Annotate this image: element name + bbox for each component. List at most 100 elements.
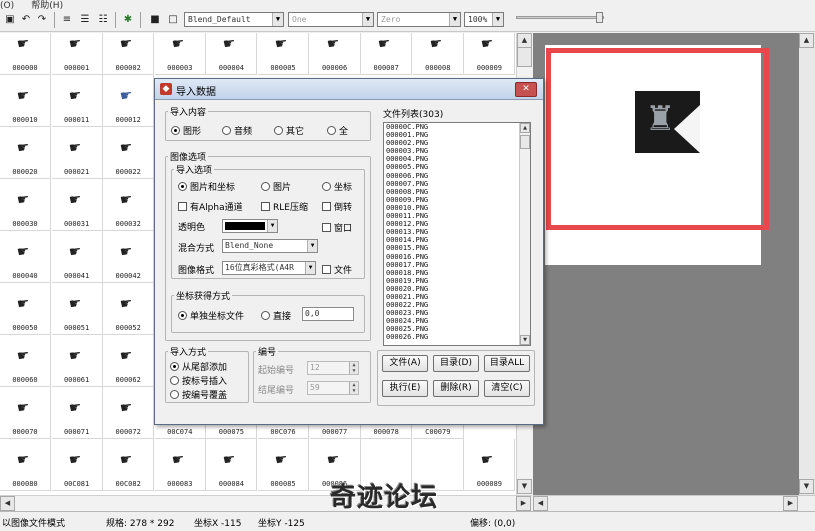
grid-cell[interactable]: ☛ 00C081 (51, 439, 103, 491)
dialog-blend-select[interactable]: Blend_None ▼ (222, 239, 318, 253)
grid-cell[interactable]: ☛ 000001 (51, 33, 103, 75)
scroll-down-icon[interactable]: ▼ (517, 479, 532, 494)
file-list-item[interactable]: 000021.PNG (384, 293, 530, 301)
grid-horizontal-scrollbar[interactable]: ◀ ▶ (0, 495, 532, 511)
grid-cell[interactable]: ☛ 000008 (412, 33, 464, 75)
radio-image-only[interactable]: 图片 (261, 180, 291, 193)
checkbox-alpha-channel[interactable]: 有Alpha通道 (178, 200, 243, 213)
scroll-up-icon[interactable]: ▲ (799, 33, 814, 48)
file-list-item[interactable]: 000018.PNG (384, 269, 530, 277)
checkbox-rle[interactable]: RLE压缩 (261, 200, 308, 213)
grid-cell[interactable]: ☛ 000041 (51, 231, 103, 283)
grid-cell[interactable]: ☛ 000070 (0, 387, 51, 439)
undo-icon[interactable]: ↶ (19, 12, 33, 26)
radio-separate-coord-file[interactable]: 单独坐标文件 (178, 309, 244, 322)
grid-cell[interactable]: ☛ 000012 (103, 75, 155, 127)
grid-cell[interactable]: ☛ 000030 (0, 179, 51, 231)
radio-graphics[interactable]: 图形 (171, 124, 201, 137)
grid-cell[interactable]: ☛ 000007 (361, 33, 413, 75)
grid-cell[interactable]: ☛ 000021 (51, 127, 103, 179)
image-format-select[interactable]: 16位真彩格式(A4R ▼ (222, 261, 316, 275)
grid-cell[interactable]: ☛ 000071 (51, 387, 103, 439)
checkbox-flip[interactable]: 倒转 (322, 200, 352, 213)
file-list-item[interactable]: 000005.PNG (384, 163, 530, 171)
align-center-icon[interactable]: ☰ (78, 12, 92, 26)
scroll-up-icon[interactable]: ▲ (517, 33, 532, 48)
grid-cell[interactable]: ☛ 000085 (258, 439, 309, 491)
radio-all[interactable]: 全 (327, 124, 348, 137)
grid-cell[interactable]: ☛ 000002 (103, 33, 155, 75)
direct-coord-input[interactable]: 0,0 (302, 307, 354, 321)
empty-box-icon[interactable]: □ (166, 12, 180, 26)
start-number-input[interactable]: 12 ▲ ▼ (307, 361, 359, 375)
file-list-item[interactable]: 000003.PNG (384, 147, 530, 155)
grid-cell[interactable]: ☛ 000020 (0, 127, 51, 179)
close-button[interactable]: ✕ (515, 82, 537, 97)
file-list-item[interactable]: 000002.PNG (384, 139, 530, 147)
dialog-title-bar[interactable]: ◆ 导入数据 (155, 79, 543, 100)
file-list-item[interactable]: 000010.PNG (384, 204, 530, 212)
grid-cell[interactable]: ☛ 000050 (0, 283, 51, 335)
delete-button[interactable]: 删除(R) (433, 380, 479, 397)
file-list-item[interactable]: 000011.PNG (384, 212, 530, 220)
grid-cell[interactable]: ☛ 000031 (51, 179, 103, 231)
scroll-thumb[interactable] (517, 47, 532, 67)
file-list-item[interactable]: 000006.PNG (384, 172, 530, 180)
file-list-item[interactable]: 000014.PNG (384, 236, 530, 244)
grid-cell[interactable]: ☛ 000051 (51, 283, 103, 335)
scroll-left-icon[interactable]: ◀ (533, 496, 548, 511)
radio-overwrite-by-number[interactable]: 按编号覆盖 (170, 388, 227, 401)
file-list-item[interactable]: 00000C.PNG (384, 123, 530, 131)
grid-cell[interactable]: ☛ 000072 (103, 387, 155, 439)
file-list-item[interactable]: 000026.PNG (384, 333, 530, 341)
radio-other[interactable]: 其它 (274, 124, 304, 137)
file-list-item[interactable]: 000013.PNG (384, 228, 530, 236)
file-list-item[interactable]: 000016.PNG (384, 253, 530, 261)
file-list-item[interactable]: 000001.PNG (384, 131, 530, 139)
zoom-slider-thumb[interactable] (596, 12, 603, 23)
scroll-right-icon[interactable]: ▶ (783, 496, 798, 511)
scroll-left-icon[interactable]: ◀ (0, 496, 15, 511)
scroll-up-icon[interactable]: ▲ (520, 123, 530, 133)
checkbox-window[interactable]: 窗口 (322, 221, 352, 234)
file-list-item[interactable]: 000019.PNG (384, 277, 530, 285)
grid-cell[interactable]: ☛ 000000 (0, 33, 51, 75)
grid-cell[interactable]: ☛ 000006 (309, 33, 361, 75)
file-list-item[interactable]: 000012.PNG (384, 220, 530, 228)
preview-horizontal-scrollbar[interactable]: ◀ ▶ (533, 495, 815, 511)
file-list-item[interactable]: 000024.PNG (384, 317, 530, 325)
clear-button[interactable]: 清空(C) (484, 380, 530, 397)
grid-cell[interactable]: ☛ 000060 (0, 335, 51, 387)
menu-item-options[interactable]: (O) (0, 1, 14, 10)
redo-icon[interactable]: ↷ (35, 12, 49, 26)
align-left-icon[interactable]: ≡ (60, 12, 74, 26)
file-list-item[interactable]: 000022.PNG (384, 301, 530, 309)
dest-blend-select[interactable]: Zero ▼ (377, 12, 461, 27)
file-list[interactable]: 00000C.PNG 000001.PNG 000002.PNG 000003.PNG… (383, 122, 531, 346)
checkbox-file[interactable]: 文件 (322, 263, 352, 276)
grid-cell[interactable]: ☛ 000011 (51, 75, 103, 127)
file-list-item[interactable]: 000009.PNG (384, 196, 530, 204)
radio-audio[interactable]: 音频 (222, 124, 252, 137)
menu-item-help[interactable]: 帮助(H) (31, 1, 63, 10)
scroll-right-icon[interactable]: ▶ (516, 496, 531, 511)
directory-button[interactable]: 目录(D) (433, 355, 479, 372)
radio-direct-coord[interactable]: 直接 (261, 309, 291, 322)
file-list-item[interactable]: 000017.PNG (384, 261, 530, 269)
fill-box-icon[interactable]: ■ (148, 12, 162, 26)
radio-image-and-coord[interactable]: 图片和坐标 (178, 180, 235, 193)
grid-cell[interactable]: ☛ 000010 (0, 75, 51, 127)
grid-cell[interactable]: ☛ 000062 (103, 335, 155, 387)
grid-cell[interactable]: ☛ 000061 (51, 335, 103, 387)
grid-cell[interactable]: ☛ 000032 (103, 179, 155, 231)
scroll-down-icon[interactable]: ▼ (799, 479, 814, 494)
file-list-item[interactable]: 000023.PNG (384, 309, 530, 317)
file-list-item[interactable]: 000007.PNG (384, 180, 530, 188)
radio-append-tail[interactable]: 从尾部添加 (170, 360, 227, 373)
zoom-slider-track[interactable] (516, 16, 604, 19)
file-button[interactable]: 文件(A) (382, 355, 428, 372)
grid-cell[interactable]: ☛ 000003 (154, 33, 206, 75)
radio-insert-by-index[interactable]: 按标号插入 (170, 374, 227, 387)
grid-cell[interactable]: ☛ 000004 (206, 33, 258, 75)
grid-cell[interactable]: ☛ 000083 (154, 439, 206, 491)
